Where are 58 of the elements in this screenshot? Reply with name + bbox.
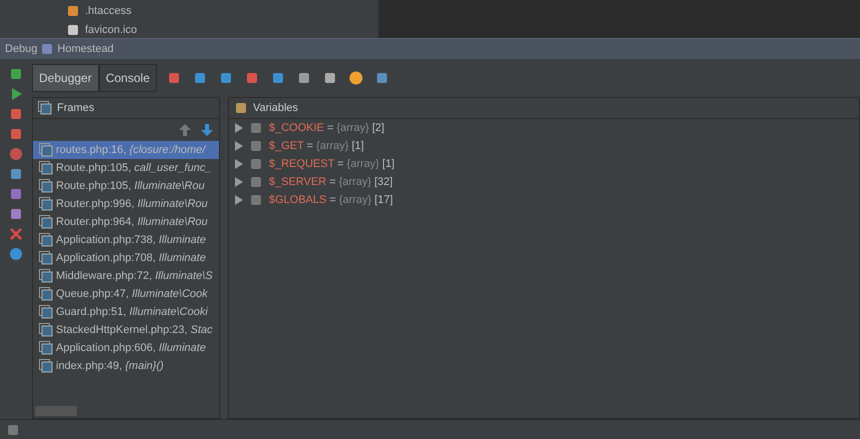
frame-icon xyxy=(39,251,53,265)
frame-text: Guard.php:51, Illuminate\Cooki xyxy=(56,306,208,318)
frame-text: Middleware.php:72, Illuminate\S xyxy=(56,270,213,282)
frame-icon xyxy=(39,233,53,247)
frame-text: Route.php:105, Illuminate\Rou xyxy=(56,180,205,192)
frame-icon xyxy=(39,143,53,157)
panel-title: Frames xyxy=(57,102,94,114)
stop-icon[interactable] xyxy=(9,107,23,121)
frame-row[interactable]: Application.php:738, Illuminate xyxy=(33,231,219,249)
frame-row[interactable]: Application.php:606, Illuminate xyxy=(33,339,219,357)
debug-label: Debug xyxy=(5,43,38,55)
resume-icon[interactable] xyxy=(9,87,23,101)
variable-text: $_GET = {array} [1] xyxy=(269,140,364,152)
file-name[interactable]: favicon.ico xyxy=(85,24,137,36)
variable-text: $_REQUEST = {array} [1] xyxy=(269,158,394,170)
frame-row[interactable]: Route.php:105, Illuminate\Rou xyxy=(33,177,219,195)
frame-text: Router.php:964, Illuminate\Rou xyxy=(56,216,208,228)
frame-icon xyxy=(39,215,53,229)
frame-icon xyxy=(39,359,53,373)
frame-text: Router.php:996, Illuminate\Rou xyxy=(56,198,208,210)
frame-row[interactable]: index.php:49, {main}() xyxy=(33,357,219,375)
up-arrow-icon[interactable] xyxy=(179,124,191,136)
file-name[interactable]: .htaccess xyxy=(85,5,132,18)
frame-text: StackedHttpKernel.php:23, Stac xyxy=(56,324,213,336)
frame-text: Application.php:606, Illuminate xyxy=(56,342,206,354)
frame-icon xyxy=(39,197,53,211)
frame-row[interactable]: Application.php:708, Illuminate xyxy=(33,249,219,267)
frame-icon xyxy=(39,269,53,283)
frame-row[interactable]: Middleware.php:72, Illuminate\S xyxy=(33,267,219,285)
variable-text: $GLOBALS = {array} [17] xyxy=(269,194,393,206)
variable-text: $_COOKIE = {array} [2] xyxy=(269,122,384,134)
frame-icon xyxy=(39,179,53,193)
frame-text: Queue.php:47, Illuminate\Cook xyxy=(56,288,208,300)
tab[interactable]: Debugger xyxy=(32,64,99,92)
frame-text: Application.php:708, Illuminate xyxy=(56,252,206,264)
frame-icon xyxy=(39,323,53,337)
close-icon[interactable] xyxy=(9,227,23,241)
scrollbar-thumb[interactable] xyxy=(35,406,77,416)
config-name: Homestead xyxy=(57,43,114,55)
frame-icon xyxy=(39,161,53,175)
variable-text: $_SERVER = {array} [32] xyxy=(269,176,393,188)
frame-row[interactable]: Router.php:964, Illuminate\Rou xyxy=(33,213,219,231)
frame-text: Application.php:738, Illuminate xyxy=(56,234,206,246)
panel-title: Variables xyxy=(253,102,298,114)
frame-icon xyxy=(38,101,52,115)
frame-row[interactable]: Guard.php:51, Illuminate\Cooki xyxy=(33,303,219,321)
down-arrow-icon[interactable] xyxy=(201,124,213,136)
frame-text: routes.php:16, {closure:/home/ xyxy=(56,144,206,156)
frame-row[interactable]: StackedHttpKernel.php:23, Stac xyxy=(33,321,219,339)
frame-icon xyxy=(39,305,53,319)
frame-row[interactable]: Router.php:996, Illuminate\Rou xyxy=(33,195,219,213)
frame-icon xyxy=(39,341,53,355)
frame-row[interactable]: Queue.php:47, Illuminate\Cook xyxy=(33,285,219,303)
tab[interactable]: Console xyxy=(98,64,157,92)
frame-icon xyxy=(39,287,53,301)
frame-row[interactable]: Route.php:105, call_user_func_ xyxy=(33,159,219,177)
frame-text: Route.php:105, call_user_func_ xyxy=(56,162,212,174)
frame-text: index.php:49, {main}() xyxy=(56,360,164,372)
